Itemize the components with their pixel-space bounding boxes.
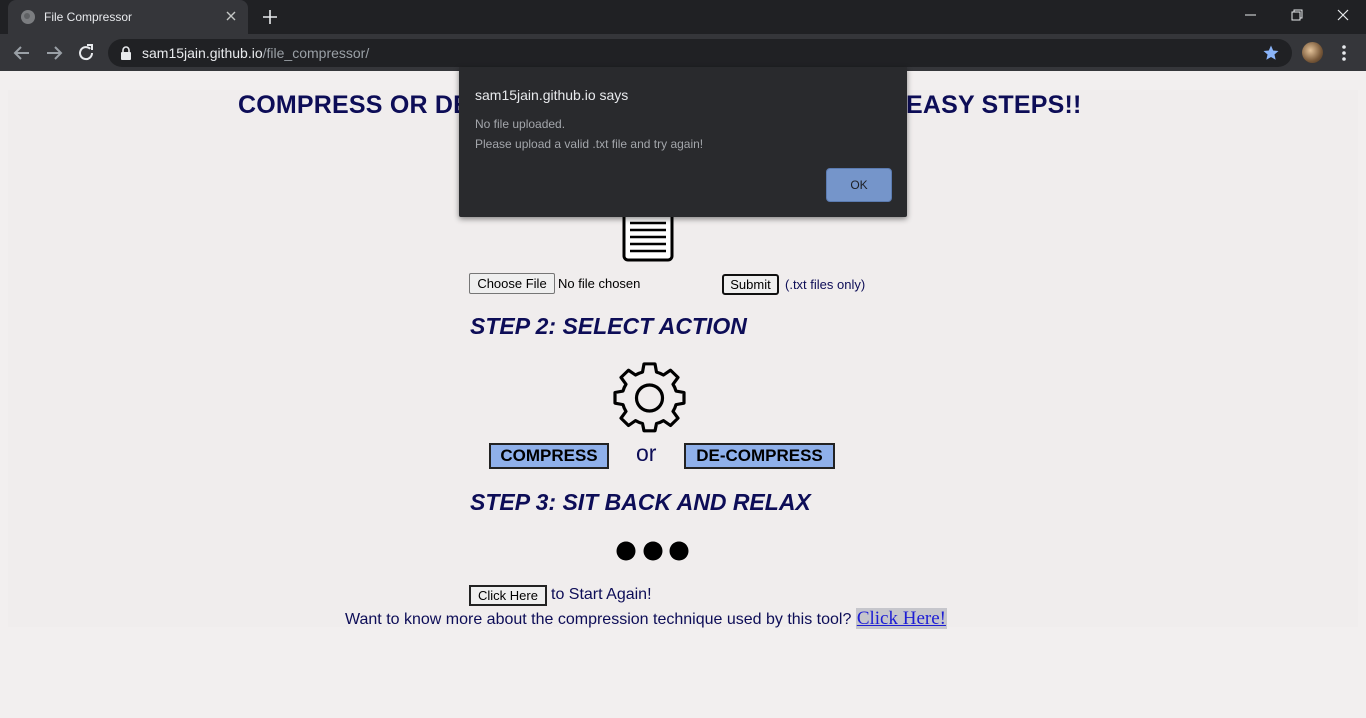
dots-icon (616, 540, 692, 564)
file-status: No file chosen (558, 276, 641, 291)
reload-icon[interactable] (74, 41, 98, 65)
dialog-title: sam15jain.github.io says (475, 87, 629, 103)
browser-toolbar: sam15jain.github.io/file_compressor/ (0, 34, 1366, 71)
more-menu-icon[interactable] (1336, 41, 1352, 65)
or-separator: or (636, 440, 657, 466)
start-again-button[interactable]: Click Here (469, 585, 547, 606)
know-more-text: Want to know more about the compression … (345, 611, 852, 628)
start-again-text: to Start Again! (551, 586, 652, 603)
forward-arrow-icon[interactable] (42, 41, 66, 65)
star-icon[interactable] (1262, 44, 1280, 62)
know-more-row: Want to know more about the compression … (345, 608, 965, 630)
lock-icon[interactable] (120, 46, 132, 60)
tab-strip: File Compressor (0, 0, 1366, 34)
file-upload-row: Choose File No file chosen Submit (.txt … (469, 273, 889, 295)
file-type-note: (.txt files only) (785, 277, 866, 292)
minimize-icon[interactable] (1236, 3, 1264, 27)
alert-dialog: sam15jain.github.io says No file uploade… (459, 67, 907, 217)
compress-button[interactable]: COMPRESS (489, 443, 609, 469)
address-bar[interactable]: sam15jain.github.io/file_compressor/ (108, 39, 1292, 67)
know-more-link[interactable]: Click Here! (855, 608, 947, 629)
dialog-message-line-1: No file uploaded. (475, 117, 566, 131)
globe-icon (21, 10, 35, 24)
decompress-button[interactable]: DE-COMPRESS (684, 443, 835, 469)
browser-tab[interactable]: File Compressor (8, 0, 248, 34)
url-path: /file_compressor/ (262, 45, 370, 61)
step-3-heading: STEP 3: SIT BACK AND RELAX (470, 489, 811, 515)
restore-icon[interactable] (1283, 3, 1311, 27)
choose-file-button[interactable]: Choose File (469, 273, 555, 294)
tab-title: File Compressor (44, 10, 133, 24)
dialog-ok-button[interactable]: OK (826, 168, 892, 202)
plus-icon[interactable] (258, 5, 282, 29)
gear-icon (613, 362, 686, 435)
submit-button[interactable]: Submit (722, 274, 779, 295)
document-icon (621, 211, 674, 263)
window-close-icon[interactable] (1329, 3, 1357, 27)
close-icon[interactable] (223, 7, 239, 25)
url-text[interactable]: sam15jain.github.io/file_compressor/ (142, 45, 369, 61)
start-again-row: Click Here to Start Again! (469, 585, 789, 607)
back-arrow-icon[interactable] (10, 41, 34, 65)
url-host: sam15jain.github.io (142, 45, 263, 61)
step-2-heading: STEP 2: SELECT ACTION (470, 313, 747, 339)
dialog-message-line-2: Please upload a valid .txt file and try … (475, 137, 704, 151)
avatar[interactable] (1302, 42, 1323, 63)
